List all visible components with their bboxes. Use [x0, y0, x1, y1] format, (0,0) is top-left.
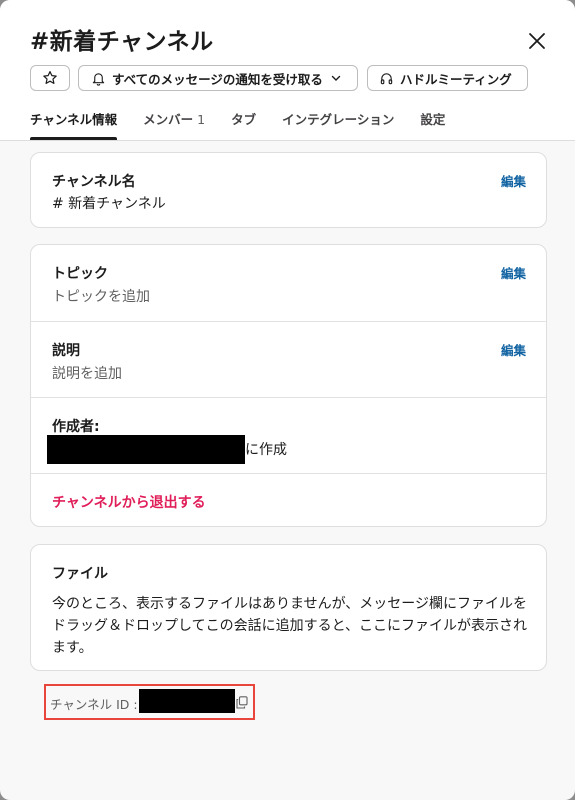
copy-icon: [236, 696, 248, 709]
modal-title: #新着チャンネル: [30, 29, 214, 55]
topic-row[interactable]: トピック トピックを追加 編集: [31, 245, 546, 321]
bell-icon: [92, 72, 105, 86]
member-count: 1: [197, 112, 206, 127]
tab-settings[interactable]: 設定: [420, 109, 445, 140]
description-row[interactable]: 説明 説明を追加 編集: [31, 321, 546, 398]
channel-about-card: トピック トピックを追加 編集 説明 説明を追加 編集 作成者: に作成 チャン…: [30, 244, 547, 527]
tab-bar: チャンネル情報 メンバー 1 タブ インテグレーション 設定: [30, 109, 471, 140]
channel-name-value: # 新着チャンネル: [52, 196, 166, 212]
topic-label: トピック: [52, 266, 108, 282]
channel-details-modal: #新着チャンネル すべてのメッセージの通知を受け取る ハドルミーティング チャン…: [0, 0, 575, 800]
notification-settings-label: すべてのメッセージの通知を受け取る: [112, 71, 323, 87]
huddle-button[interactable]: ハドルミーティング: [367, 65, 528, 91]
star-icon: [43, 71, 57, 84]
modal-header: #新着チャンネル すべてのメッセージの通知を受け取る ハドルミーティング チャン…: [0, 0, 575, 141]
tab-members[interactable]: メンバー 1: [143, 109, 205, 140]
edit-channel-name-link[interactable]: 編集: [501, 171, 526, 190]
close-button[interactable]: [524, 28, 550, 54]
creator-created-suffix: に作成: [245, 442, 287, 458]
tab-channel-info[interactable]: チャンネル情報: [30, 109, 118, 140]
edit-description-link[interactable]: 編集: [501, 340, 526, 359]
channel-id-label: チャンネル ID :: [50, 697, 138, 712]
channel-name-label: チャンネル名: [52, 174, 136, 190]
creator-row: 作成者: に作成: [31, 397, 546, 474]
huddle-label: ハドルミーティング: [400, 71, 512, 87]
star-button[interactable]: [30, 65, 70, 91]
notification-settings-button[interactable]: すべてのメッセージの通知を受け取る: [78, 65, 358, 91]
tab-tabs[interactable]: タブ: [231, 109, 256, 140]
files-card: ファイル 今のところ、表示するファイルはありませんが、メッセージ欄にファイルをド…: [30, 544, 547, 671]
tab-integrations[interactable]: インテグレーション: [282, 109, 394, 140]
headphones-icon: [380, 72, 393, 84]
channel-name-card: チャンネル名 # 新着チャンネル 編集: [30, 152, 547, 228]
files-label: ファイル: [52, 566, 108, 582]
creator-label: 作成者:: [52, 419, 100, 435]
description-value: 説明を追加: [52, 366, 122, 382]
close-icon: [529, 33, 545, 49]
leave-row: チャンネルから退出する: [31, 473, 546, 528]
edit-topic-link[interactable]: 編集: [501, 263, 526, 282]
redacted-channel-id: [139, 689, 235, 713]
description-label: 説明: [52, 343, 80, 359]
copy-channel-id-button[interactable]: [236, 694, 248, 713]
redacted-creator: [47, 435, 245, 464]
chevron-down-icon: [331, 75, 341, 81]
leave-channel-link[interactable]: チャンネルから退出する: [52, 492, 206, 512]
files-empty-text: 今のところ、表示するファイルはありませんが、メッセージ欄にファイルをドラッグ＆ド…: [52, 596, 528, 656]
topic-value: トピックを追加: [52, 289, 150, 305]
